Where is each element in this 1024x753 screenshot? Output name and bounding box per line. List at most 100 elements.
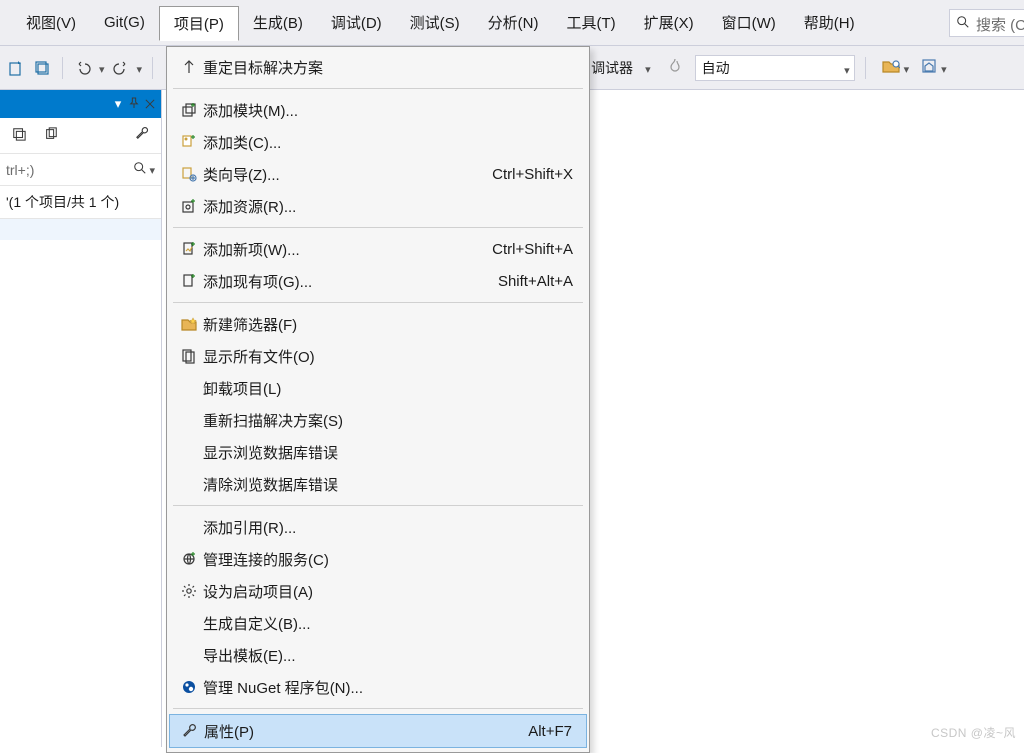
menu-item-label: 添加引用(R)... [203,517,573,538]
add-new-icon [175,241,203,257]
home-dropdown-icon[interactable] [941,60,947,76]
menu-build[interactable]: 生成(B) [239,6,317,39]
arrow-up-icon [175,59,203,75]
solution-explorer-panel: ▾ trl+;) '(1 个项目/共 1 个) [0,90,162,747]
menu-item-label: 管理 NuGet 程序包(N)... [203,677,573,698]
menu-item[interactable]: 卸载项目(L) [169,372,587,404]
menu-git[interactable]: Git(G) [90,8,159,37]
watermark: CSDN @凌~风 [931,724,1016,741]
add-existing-icon [175,273,203,289]
folder-search-dropdown-icon[interactable] [904,60,910,76]
save-all-icon[interactable] [32,58,52,78]
panel-header[interactable]: ▾ [0,90,161,118]
config-combo[interactable]: 自动 [695,55,855,81]
close-icon[interactable] [145,97,155,112]
menu-item-label: 卸载项目(L) [203,378,573,399]
menu-item[interactable]: 重定目标解决方案 [169,51,587,83]
solution-caption: '(1 个项目/共 1 个) [0,186,161,218]
menu-item[interactable]: 添加现有项(G)...Shift+Alt+A [169,265,587,297]
menu-item[interactable]: 清除浏览数据库错误 [169,468,587,500]
connected-icon [175,551,203,567]
show-all-icon [175,348,203,364]
wrench-icon[interactable] [133,126,151,145]
search-placeholder: 搜索 (C [976,14,1024,35]
project-menu-dropdown: 重定目标解决方案添加模块(M)...添加类(C)...类向导(Z)...Ctrl… [166,46,590,753]
config-value: 自动 [702,58,832,78]
debugger-dropdown-icon[interactable] [645,60,651,76]
menu-analyze[interactable]: 分析(N) [474,6,553,39]
selected-item-row[interactable] [0,218,161,240]
menu-item-label: 添加类(C)... [203,132,573,153]
menu-item-label: 重新扫描解决方案(S) [203,410,573,431]
menu-item[interactable]: 属性(P)Alt+F7 [169,714,587,748]
home-icon[interactable] [921,58,937,77]
flame-icon[interactable] [667,58,683,77]
menu-item[interactable]: 显示浏览数据库错误 [169,436,587,468]
menu-item-label: 显示浏览数据库错误 [203,442,573,463]
menu-item[interactable]: 管理 NuGet 程序包(N)... [169,671,587,703]
menu-item[interactable]: 设为启动项目(A) [169,575,587,607]
menu-item[interactable]: 添加资源(R)... [169,190,587,222]
menu-item-label: 添加新项(W)... [203,239,492,260]
wrench-icon [176,723,204,739]
menu-item-label: 添加模块(M)... [203,100,573,121]
search-dropdown-icon[interactable] [149,161,155,178]
menu-item[interactable]: 新建筛选器(F) [169,308,587,340]
global-search[interactable]: 搜索 (C [949,9,1024,37]
menu-item-shortcut: Ctrl+Shift+A [492,241,573,258]
menu-view[interactable]: 视图(V) [12,6,90,39]
menu-item[interactable]: 添加模块(M)... [169,94,587,126]
menu-item-label: 类向导(Z)... [203,164,492,185]
chevron-down-icon [844,61,850,77]
undo-dropdown-icon[interactable] [99,60,105,76]
redo-icon[interactable] [111,58,131,78]
separator [152,57,153,79]
menu-item[interactable]: 添加新项(W)...Ctrl+Shift+A [169,233,587,265]
add-class-icon [175,134,203,150]
panel-search[interactable]: trl+;) [0,154,161,186]
menu-help[interactable]: 帮助(H) [790,6,869,39]
menu-item[interactable]: 添加类(C)... [169,126,587,158]
new-filter-icon [175,316,203,332]
menu-item[interactable]: 生成自定义(B)... [169,607,587,639]
menubar: 视图(V) Git(G) 项目(P) 生成(B) 调试(D) 测试(S) 分析(… [0,0,1024,46]
menu-item-shortcut: Alt+F7 [528,723,572,740]
pin-icon[interactable] [129,97,139,112]
menu-item-label: 管理连接的服务(C) [203,549,573,570]
menu-divider [173,227,583,228]
menu-item[interactable]: 导出模板(E)... [169,639,587,671]
menu-item-label: 添加资源(R)... [203,196,573,217]
folder-search-icon[interactable] [882,58,900,77]
menu-window[interactable]: 窗口(W) [708,6,790,39]
menu-divider [173,505,583,506]
menu-test[interactable]: 测试(S) [396,6,474,39]
menu-project[interactable]: 项目(P) [159,6,239,41]
menu-tools[interactable]: 工具(T) [552,6,629,39]
search-icon [956,15,970,33]
menu-item[interactable]: 重新扫描解决方案(S) [169,404,587,436]
menu-item[interactable]: 管理连接的服务(C) [169,543,587,575]
panel-toolbar [0,118,161,154]
menu-item-shortcut: Ctrl+Shift+X [492,166,573,183]
menu-item[interactable]: 添加引用(R)... [169,511,587,543]
menu-item[interactable]: 显示所有文件(O) [169,340,587,372]
debugger-label: 调试器 [591,58,633,78]
redo-dropdown-icon[interactable] [137,60,143,76]
menu-divider [173,708,583,709]
menu-item[interactable]: 类向导(Z)...Ctrl+Shift+X [169,158,587,190]
panel-search-placeholder: trl+;) [6,162,133,178]
menu-item-label: 重定目标解决方案 [203,57,573,78]
menu-debug[interactable]: 调试(D) [317,6,396,39]
collapse-all-icon[interactable] [10,127,28,145]
menu-item-label: 设为启动项目(A) [203,581,573,602]
menu-item-label: 新建筛选器(F) [203,314,573,335]
add-resource-icon [175,198,203,214]
new-item-icon[interactable] [6,58,26,78]
undo-icon[interactable] [73,58,93,78]
menu-ext[interactable]: 扩展(X) [630,6,708,39]
menu-item-label: 生成自定义(B)... [203,613,573,634]
panel-header-chevron-icon[interactable]: ▾ [113,96,123,112]
search-icon [133,161,147,179]
menu-item-label: 显示所有文件(O) [203,346,573,367]
copy-icon[interactable] [42,127,60,145]
